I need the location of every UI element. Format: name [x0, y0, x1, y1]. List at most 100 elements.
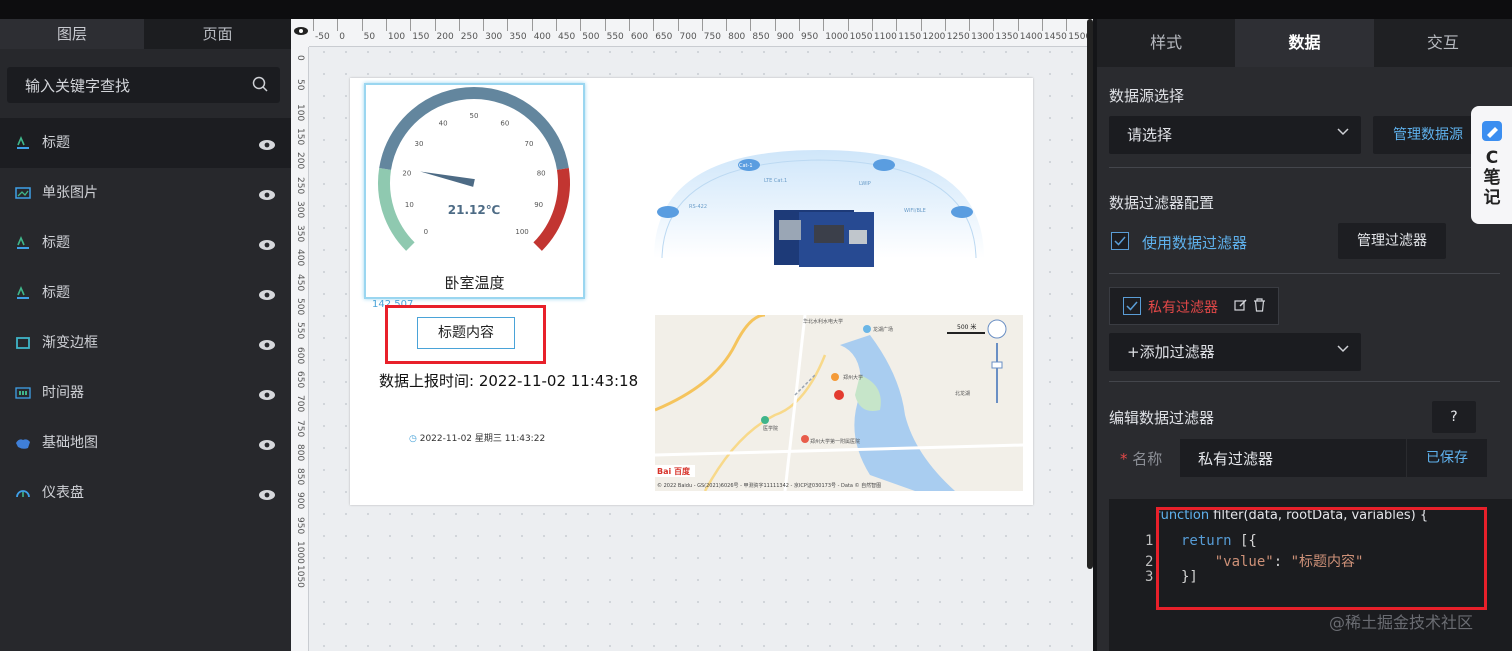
gauge-band-mid	[379, 87, 569, 170]
ruler-tick-label: 1000	[295, 541, 305, 564]
clock-widget[interactable]: ◷ 2022-11-02 星期三 11:43:22	[409, 431, 545, 444]
visibility-eye-icon[interactable]	[258, 286, 276, 300]
ruler-tick-label: 450	[558, 32, 576, 42]
tab-data[interactable]: 数据	[1235, 19, 1374, 67]
private-filter-checkbox[interactable]	[1123, 297, 1141, 315]
ruler-tick-label: 600	[295, 346, 305, 364]
map-scale: 500 米	[957, 323, 976, 331]
ruler-tick	[774, 19, 776, 31]
ruler-tick-label: 750	[295, 419, 305, 437]
ruler-tick-label: 300	[295, 200, 305, 218]
add-filter-select[interactable]: +添加过滤器	[1109, 333, 1361, 371]
use-filter-checkbox[interactable]	[1111, 232, 1129, 250]
ruler-tick	[677, 19, 679, 31]
delete-icon[interactable]	[1253, 298, 1266, 312]
visibility-eye-icon[interactable]	[258, 386, 276, 400]
tab-style[interactable]: 样式	[1097, 19, 1235, 67]
tab-interaction[interactable]: 交互	[1374, 19, 1512, 67]
map-place-2: 龙湖广场	[873, 326, 893, 333]
ruler-tick-label: 750	[703, 32, 721, 42]
ruler-tick-label: 300	[485, 32, 503, 42]
search-icon[interactable]	[252, 76, 268, 92]
gauge-tick-label: 60	[500, 119, 509, 127]
title-icon	[15, 285, 31, 301]
map-place-5: 北龙湖	[955, 390, 970, 397]
ruler-tick	[653, 19, 655, 31]
watermark: @稀土掘金技术社区	[1329, 613, 1474, 632]
ruler-tick-label: -50	[315, 32, 330, 42]
ruler-tick	[628, 19, 630, 31]
layer-item[interactable]: 渐变边框	[0, 318, 291, 368]
visibility-eye-icon[interactable]	[258, 186, 276, 200]
layer-item[interactable]: 标题	[0, 218, 291, 268]
ruler-tick-label: 1200	[922, 32, 946, 42]
visibility-eye-icon[interactable]	[258, 136, 276, 150]
edit-icon[interactable]	[1234, 299, 1247, 312]
help-button[interactable]: ?	[1432, 401, 1476, 433]
ruler-tick-label: 200	[436, 32, 454, 42]
ruler-corner[interactable]	[291, 19, 309, 47]
gauge-widget[interactable]: 0 10 20 30 40 50 60 70 80 90 100 21.12℃ 卧室温度	[364, 83, 585, 299]
saved-button[interactable]: 已保存	[1407, 439, 1487, 477]
datasource-select[interactable]: 请选择	[1109, 116, 1361, 154]
layer-item[interactable]: 标题	[0, 268, 291, 318]
private-filter-chip[interactable]: 私有过滤器	[1109, 287, 1279, 325]
tab-layers[interactable]: 图层	[0, 19, 144, 49]
ruler-tick-label: 250	[460, 32, 478, 42]
manage-datasource-button[interactable]: 管理数据源	[1373, 116, 1483, 154]
filter-name-input[interactable]: 私有过滤器	[1180, 439, 1406, 477]
layer-item[interactable]: 单张图片	[0, 168, 291, 218]
ruler-tick	[726, 19, 728, 31]
name-label-text: 名称	[1132, 450, 1163, 468]
layer-item[interactable]: 基础地图	[0, 418, 291, 468]
name-label: * 名称	[1120, 448, 1162, 469]
eye-icon[interactable]	[291, 19, 309, 47]
ruler-tick	[944, 19, 946, 31]
ruler-tick-label: 250	[295, 176, 305, 194]
ruler-tick	[799, 19, 800, 31]
timer-icon	[15, 385, 31, 401]
private-filter-label[interactable]: 私有过滤器	[1148, 297, 1218, 317]
dashboard-board[interactable]: 0 10 20 30 40 50 60 70 80 90 100 21.12℃ 卧室温度 142,50…	[350, 78, 1033, 505]
use-filter-label[interactable]: 使用数据过滤器	[1142, 232, 1247, 253]
ruler-tick-label: 500	[295, 298, 305, 316]
layer-item[interactable]: 标题	[0, 118, 291, 168]
editor-canvas[interactable]: -50 0 50 100 150 200 250 300 350 400 450 500 550 600 6…	[291, 19, 1093, 651]
gauge-title: 卧室温度	[444, 274, 505, 292]
image-icon	[15, 185, 31, 201]
manage-filter-button[interactable]: 管理过滤器	[1338, 223, 1446, 259]
layer-label: 标题	[42, 135, 70, 151]
vertical-ruler: 0 50 100 150 200 250 300 350 400 450 500 550 600 650 7…	[291, 47, 309, 651]
note-side-button[interactable]: C 笔记	[1471, 106, 1512, 224]
visibility-eye-icon[interactable]	[258, 336, 276, 350]
ruler-tick	[556, 19, 557, 31]
visibility-eye-icon[interactable]	[258, 236, 276, 250]
gauge-tick-label: 100	[515, 228, 528, 236]
ruler-tick	[701, 19, 703, 31]
divider	[1109, 167, 1500, 168]
gauge-tick-label: 40	[439, 119, 448, 127]
tab-pages[interactable]: 页面	[144, 19, 291, 49]
chevron-down-icon	[1337, 128, 1349, 136]
iot-image[interactable]: Cat-1 LTE Cat.1 LWIP RS-422 WIFI/BLE	[654, 140, 984, 280]
base-map[interactable]: 华北水利水电大学 龙湖广场 郑州大学 医学院 北龙湖 郑州大学第一附属医院 50…	[655, 315, 1023, 491]
horizontal-ruler: -50 0 50 100 150 200 250 300 350 400 450 500 550 600 6…	[309, 19, 1093, 47]
note-label: 笔记	[1483, 168, 1501, 208]
ruler-tick	[896, 19, 898, 31]
visibility-eye-icon[interactable]	[258, 486, 276, 500]
ruler-tick-label: 1400	[1019, 32, 1043, 42]
ruler-tick-label: 650	[295, 370, 305, 389]
check-icon	[1114, 236, 1126, 246]
layer-item[interactable]: 时间器	[0, 368, 291, 418]
gauge-value: 21.12℃	[448, 203, 501, 217]
layer-item[interactable]: 仪表盘	[0, 468, 291, 518]
canvas-scrollbar[interactable]	[1087, 19, 1093, 569]
report-time-text[interactable]: 数据上报时间: 2022-11-02 11:43:18	[379, 370, 638, 391]
ruler-tick	[507, 19, 509, 31]
ruler-tick	[434, 19, 436, 31]
gauge-tick-label: 80	[537, 169, 546, 177]
layer-search-input[interactable]: 输入关键字查找	[7, 67, 280, 103]
ruler-tick	[969, 19, 971, 31]
title-widget[interactable]: 标题内容	[417, 317, 515, 349]
visibility-eye-icon[interactable]	[258, 436, 276, 450]
